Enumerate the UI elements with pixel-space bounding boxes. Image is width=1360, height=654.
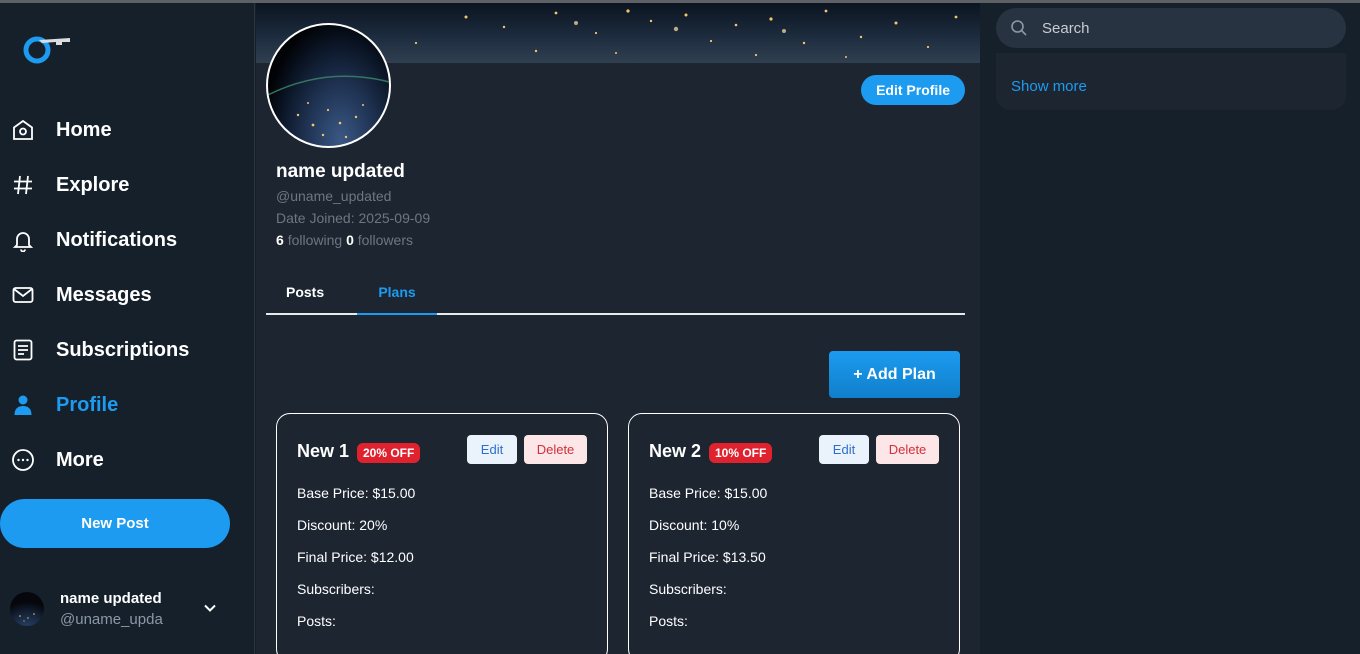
sidebar-item-label: Profile	[56, 393, 119, 416]
edit-plan-button[interactable]: Edit	[467, 435, 517, 464]
show-more-link[interactable]: Show more	[1011, 78, 1087, 95]
following-link[interactable]: 6 following	[276, 232, 342, 248]
plan-card: New 1 20% OFF Edit Delete Base Price: $1…	[276, 413, 608, 654]
profile-date-joined: Date Joined: 2025-09-09	[276, 210, 431, 226]
plan-posts: Posts:	[297, 613, 336, 629]
plan-discount: Discount: 10%	[649, 517, 740, 533]
hashtag-icon	[10, 172, 36, 198]
follow-stats: 6 following 0 followers	[276, 232, 413, 248]
profile-main: Edit Profile name updated @uname_updated…	[256, 3, 980, 654]
plan-title: New 1	[297, 441, 350, 461]
plan-final-price: Final Price: $12.00	[297, 549, 414, 565]
more-circle-icon	[10, 447, 36, 473]
edit-plan-button[interactable]: Edit	[819, 435, 869, 464]
search-input[interactable]	[1042, 19, 1322, 37]
plan-title: New 2	[649, 441, 702, 461]
tab-plans[interactable]: Plans	[357, 275, 437, 315]
plan-discount: Discount: 20%	[297, 517, 388, 533]
sidebar-item-label: More	[56, 448, 104, 471]
sidebar: Home Explore Notifications Messages Subs…	[0, 3, 255, 654]
profile-handle: @uname_updated	[276, 188, 392, 204]
discount-badge: 20% OFF	[357, 443, 421, 463]
plan-posts: Posts:	[649, 613, 688, 629]
new-post-button[interactable]: New Post	[0, 499, 230, 548]
account-name: name updated	[60, 590, 162, 607]
sidebar-item-explore[interactable]: Explore	[10, 165, 129, 205]
right-sidebar: Show more	[981, 3, 1360, 654]
home-icon	[10, 117, 36, 143]
sidebar-item-notifications[interactable]: Notifications	[10, 220, 177, 260]
discount-badge: 10% OFF	[709, 443, 773, 463]
followers-label: followers	[357, 232, 413, 248]
sidebar-item-profile[interactable]: Profile	[10, 385, 118, 425]
search-icon	[1010, 19, 1028, 37]
chevron-down-icon[interactable]	[203, 601, 217, 620]
following-label: following	[287, 232, 343, 248]
person-icon	[10, 392, 36, 418]
mail-icon	[10, 282, 36, 308]
sidebar-item-label: Explore	[56, 173, 130, 196]
app-logo[interactable]	[22, 32, 74, 68]
sidebar-item-home[interactable]: Home	[10, 110, 112, 150]
following-count: 6	[276, 232, 284, 248]
suggestions-panel: Show more	[996, 53, 1346, 110]
sidebar-item-label: Subscriptions	[56, 338, 190, 361]
account-switcher[interactable]: name updated @uname_upda	[10, 587, 225, 631]
sidebar-item-subscriptions[interactable]: Subscriptions	[10, 330, 189, 370]
plan-card: New 2 10% OFF Edit Delete Base Price: $1…	[628, 413, 960, 654]
sidebar-item-label: Notifications	[56, 228, 178, 251]
plan-subscribers: Subscribers:	[649, 581, 727, 597]
plan-final-price: Final Price: $13.50	[649, 549, 766, 565]
tab-posts[interactable]: Posts	[266, 275, 344, 315]
add-plan-button[interactable]: + Add Plan	[829, 351, 960, 398]
plan-subscribers: Subscribers:	[297, 581, 375, 597]
profile-tabs: Posts Plans	[266, 275, 965, 315]
account-handle: @uname_upda	[60, 611, 163, 628]
bell-icon	[10, 227, 36, 253]
plan-base-price: Base Price: $15.00	[297, 485, 416, 501]
sidebar-item-more[interactable]: More	[10, 440, 104, 480]
sidebar-item-label: Home	[56, 118, 112, 141]
edit-profile-button[interactable]: Edit Profile	[861, 75, 965, 105]
search-bar[interactable]	[996, 8, 1346, 48]
followers-link[interactable]: 0 followers	[346, 232, 413, 248]
delete-plan-button[interactable]: Delete	[524, 435, 587, 464]
profile-display-name: name updated	[276, 161, 405, 182]
sidebar-item-messages[interactable]: Messages	[10, 275, 152, 315]
plan-base-price: Base Price: $15.00	[649, 485, 768, 501]
sidebar-item-label: Messages	[56, 283, 152, 306]
document-icon	[10, 337, 36, 363]
followers-count: 0	[346, 232, 354, 248]
avatar	[10, 592, 44, 626]
delete-plan-button[interactable]: Delete	[876, 435, 939, 464]
profile-avatar[interactable]	[266, 23, 391, 148]
